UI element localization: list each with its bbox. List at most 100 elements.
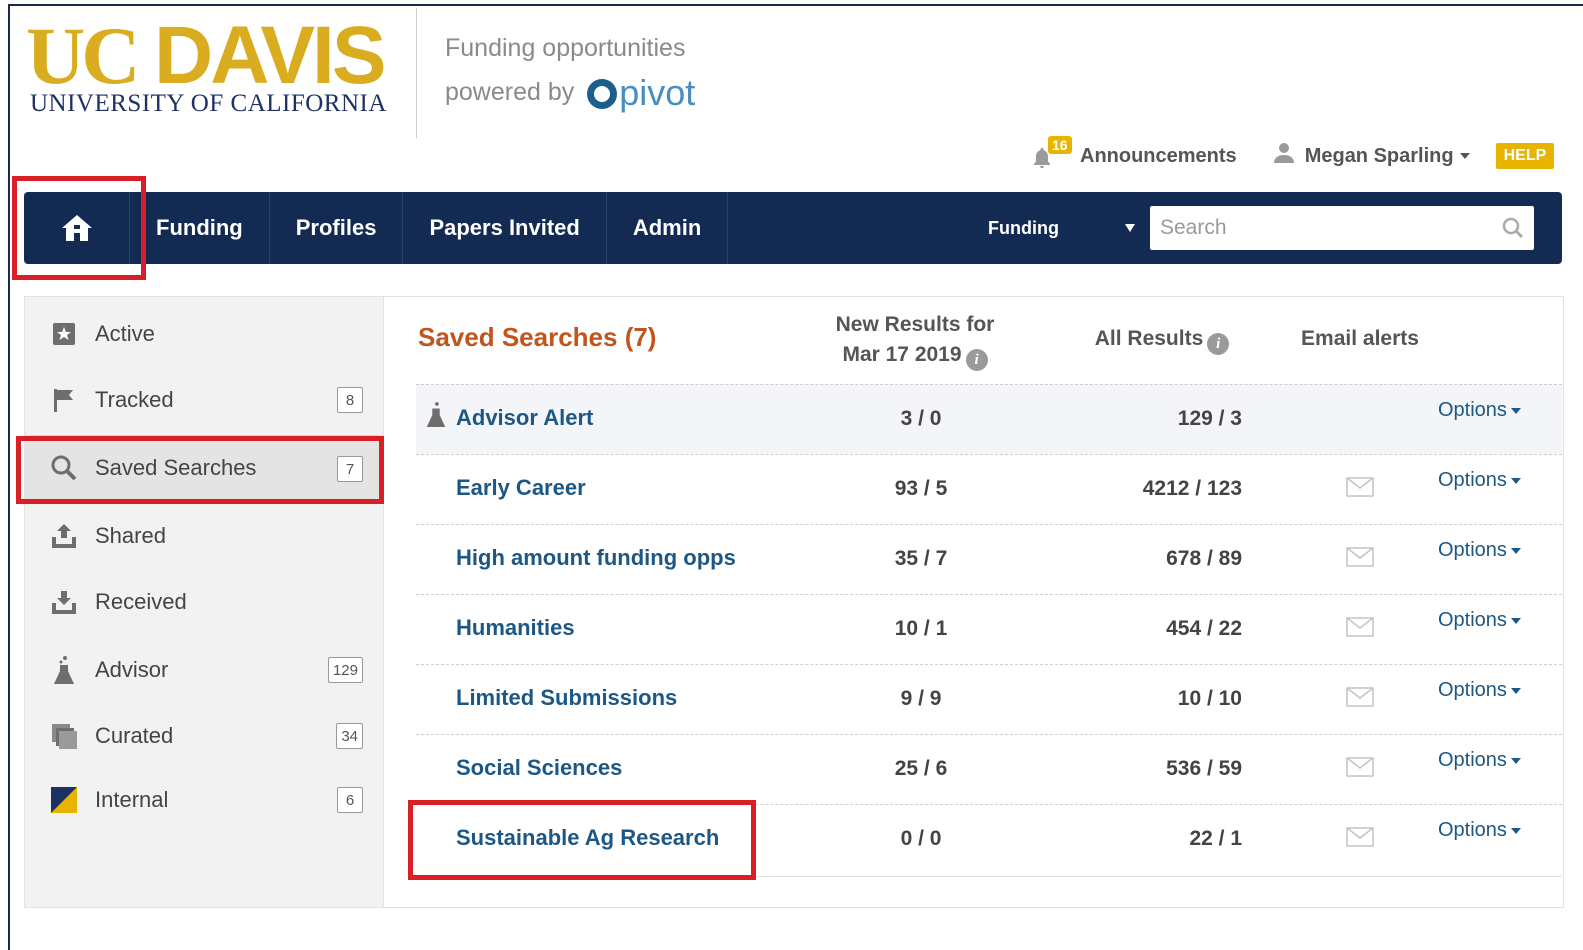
logo-davis: DAVIS — [154, 10, 387, 101]
share-upload-icon — [49, 521, 79, 551]
nav-funding[interactable]: Funding — [130, 192, 270, 264]
header-divider — [416, 8, 417, 138]
envelope-icon[interactable] — [1346, 617, 1374, 642]
table-row: Humanities 10 / 1 454 / 22 Options — [416, 594, 1562, 664]
new-results-count[interactable]: 3 / 0 — [866, 407, 976, 431]
column-header-all-label: All Results — [1094, 327, 1204, 350]
chevron-down-icon — [1510, 827, 1521, 834]
info-icon[interactable]: i — [1207, 333, 1230, 355]
announcements-link[interactable]: Announcements — [1080, 145, 1237, 168]
options-label: Options — [1438, 679, 1507, 701]
column-header-new-results: New Results for Mar 17 2019 i — [820, 310, 1010, 371]
advisor-icon — [49, 655, 79, 685]
envelope-icon[interactable] — [1346, 477, 1374, 502]
user-icon — [1273, 142, 1295, 170]
count-badge: 8 — [337, 387, 363, 413]
saved-search-name-link[interactable]: Limited Submissions — [456, 685, 677, 711]
saved-search-name-link[interactable]: Social Sciences — [456, 755, 622, 781]
options-menu-button[interactable]: Options — [1438, 539, 1521, 562]
envelope-icon[interactable] — [1346, 687, 1374, 712]
pivot-mark-icon — [587, 79, 618, 110]
sidebar-item-advisor[interactable]: Advisor 129 — [25, 637, 383, 703]
inbox-download-icon — [49, 587, 79, 617]
nav-papers-invited[interactable]: Papers Invited — [403, 192, 607, 264]
sidebar-item-label: Received — [95, 589, 187, 614]
chevron-down-icon — [1510, 687, 1521, 694]
table-row: Limited Submissions 9 / 9 10 / 10 Options — [416, 664, 1562, 734]
new-results-count[interactable]: 93 / 5 — [866, 477, 976, 501]
saved-search-name-link[interactable]: Humanities — [456, 615, 575, 641]
highlight-box-saved-searches — [16, 436, 384, 504]
count-badge: 6 — [337, 787, 363, 813]
options-menu-button[interactable]: Options — [1438, 749, 1521, 772]
chevron-down-icon — [1459, 153, 1470, 160]
all-results-count[interactable]: 129 / 3 — [1072, 407, 1242, 431]
tagline-line1: Funding opportunities — [445, 34, 686, 62]
column-header-date: Mar 17 2019 — [842, 343, 962, 366]
advisor-icon — [424, 401, 448, 434]
sidebar-item-tracked[interactable]: Tracked 8 — [25, 367, 383, 433]
user-menu[interactable]: Megan Sparling — [1305, 145, 1470, 168]
options-menu-button[interactable]: Options — [1438, 679, 1521, 702]
sidebar-item-label: Tracked — [95, 387, 174, 412]
announcement-count-badge: 16 — [1048, 136, 1072, 154]
new-results-count[interactable]: 35 / 7 — [866, 547, 976, 571]
chevron-down-icon — [1510, 407, 1521, 414]
main-navbar: Funding Profiles Papers Invited Admin Fu… — [24, 192, 1562, 264]
info-icon[interactable]: i — [965, 349, 988, 371]
pivot-brand: pivot — [619, 72, 696, 114]
table-row: High amount funding opps 35 / 7 678 / 89 Op… — [416, 524, 1562, 594]
all-results-count[interactable]: 10 / 10 — [1072, 687, 1242, 711]
page-title: Saved Searches (7) — [418, 322, 657, 352]
column-header-new-line1: New Results for — [835, 313, 995, 336]
envelope-icon[interactable] — [1346, 827, 1374, 852]
all-results-count[interactable]: 536 / 59 — [1072, 757, 1242, 781]
envelope-icon[interactable] — [1346, 757, 1374, 782]
tagline-powered-by: powered by — [445, 78, 575, 106]
saved-search-name-link[interactable]: Early Career — [456, 475, 586, 501]
options-menu-button[interactable]: Options — [1438, 469, 1521, 492]
search-scope-select[interactable]: Funding — [988, 192, 1135, 264]
options-menu-button[interactable]: Options — [1438, 609, 1521, 632]
chevron-down-icon — [1510, 547, 1521, 554]
table-row: Social Sciences 25 / 6 536 / 59 Options — [416, 734, 1562, 804]
search-icon[interactable] — [1502, 217, 1524, 244]
sidebar-item-curated[interactable]: Curated 34 — [25, 703, 383, 769]
chevron-down-icon — [1510, 477, 1521, 484]
highlight-box-sustainable-ag — [408, 800, 756, 880]
sidebar-item-label: Internal — [95, 787, 169, 812]
sidebar-item-shared[interactable]: Shared — [25, 503, 383, 569]
options-label: Options — [1438, 469, 1507, 491]
pivot-logo: pivot — [587, 71, 695, 115]
options-label: Options — [1438, 539, 1507, 561]
tagline: Funding opportunities powered by pivot — [445, 26, 695, 115]
new-results-count[interactable]: 0 / 0 — [866, 827, 976, 851]
saved-search-name-link[interactable]: Advisor Alert — [456, 405, 593, 431]
logo-subtitle: UNIVERSITY OF CALIFORNIA — [30, 90, 387, 117]
flag-icon — [49, 385, 79, 415]
all-results-count[interactable]: 678 / 89 — [1072, 547, 1242, 571]
envelope-icon[interactable] — [1346, 547, 1374, 572]
search-input[interactable] — [1160, 216, 1490, 240]
options-menu-button[interactable]: Options — [1438, 399, 1521, 422]
all-results-count[interactable]: 22 / 1 — [1072, 827, 1242, 851]
new-results-count[interactable]: 10 / 1 — [866, 617, 976, 641]
sidebar-item-label: Shared — [95, 523, 166, 548]
nav-profiles[interactable]: Profiles — [270, 192, 404, 264]
nav-admin[interactable]: Admin — [607, 192, 729, 264]
all-results-count[interactable]: 454 / 22 — [1072, 617, 1242, 641]
options-menu-button[interactable]: Options — [1438, 819, 1521, 842]
sidebar-item-internal[interactable]: Internal 6 — [25, 767, 383, 833]
saved-search-name-link[interactable]: High amount funding opps — [456, 545, 736, 571]
sidebar-item-active[interactable]: Active — [25, 301, 383, 367]
new-results-count[interactable]: 25 / 6 — [866, 757, 976, 781]
options-label: Options — [1438, 819, 1507, 841]
sidebar-item-received[interactable]: Received — [25, 569, 383, 635]
highlight-box-home — [12, 176, 146, 280]
bell-icon[interactable]: 16 — [1030, 136, 1072, 168]
help-button[interactable]: HELP — [1495, 143, 1555, 169]
ucdavis-logo[interactable]: UC DAVIS UNIVERSITY OF CALIFORNIA — [26, 10, 387, 126]
all-results-count[interactable]: 4212 / 123 — [1072, 477, 1242, 501]
new-results-count[interactable]: 9 / 9 — [866, 687, 976, 711]
search-box — [1150, 206, 1534, 250]
